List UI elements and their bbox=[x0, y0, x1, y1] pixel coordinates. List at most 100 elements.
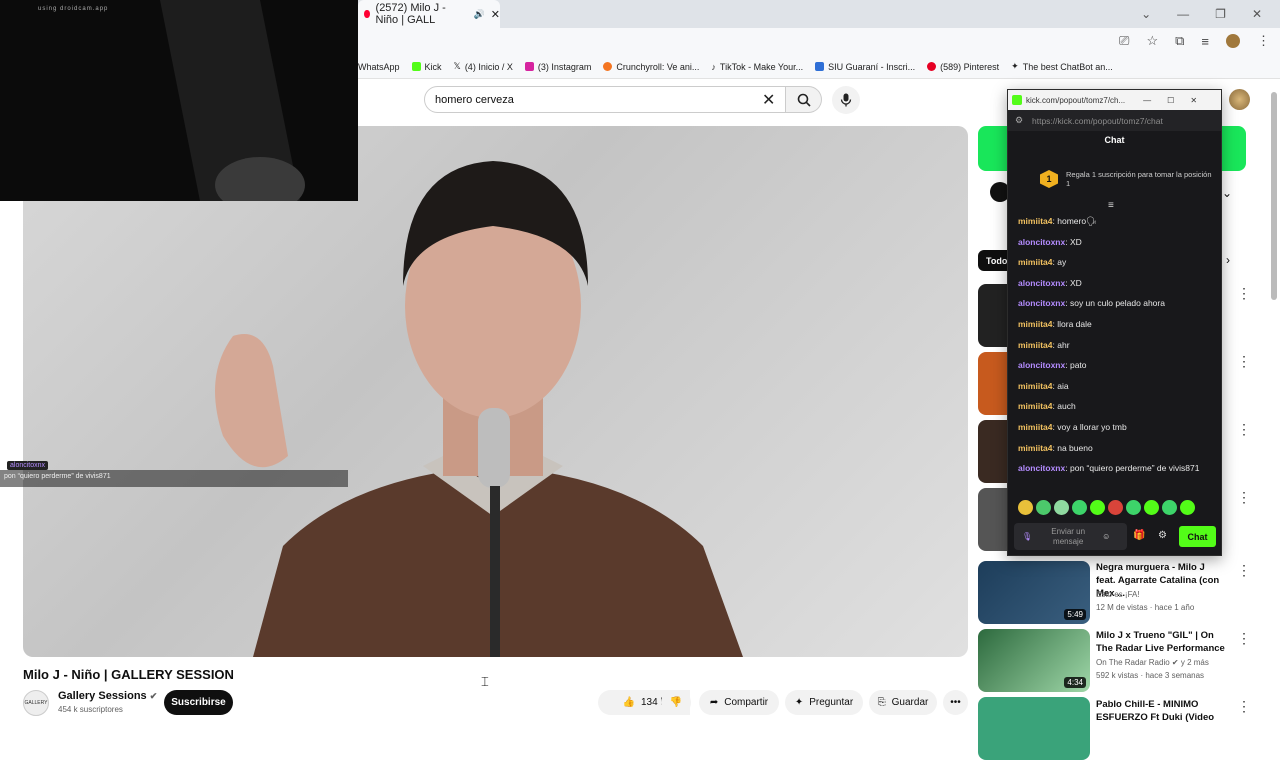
bookmark-kick[interactable]: Kick bbox=[411, 62, 442, 72]
close-icon[interactable]: ✕ bbox=[1190, 96, 1197, 105]
emote-icon[interactable] bbox=[1144, 500, 1159, 515]
dislike-button[interactable]: 👎 bbox=[661, 690, 691, 715]
chat-username[interactable]: aloncitoxnx bbox=[1018, 237, 1065, 247]
sidebar-thumb-gil[interactable]: 4:34 bbox=[978, 629, 1090, 692]
subscriber-count: 454 k suscriptores bbox=[58, 705, 123, 714]
profile-avatar[interactable] bbox=[1226, 34, 1240, 48]
emote-icon[interactable] bbox=[1072, 500, 1087, 515]
browser-tab[interactable]: (2572) Milo J - Niño | GALL 🔊 ✕ bbox=[358, 0, 500, 28]
search-button[interactable] bbox=[786, 86, 822, 113]
chat-username[interactable]: mimiita4 bbox=[1018, 216, 1053, 226]
subscribe-button[interactable]: Suscribirse bbox=[164, 690, 233, 715]
maximize-icon[interactable]: ☐ bbox=[1167, 96, 1174, 105]
chat-message: mimiita4: homero🗣 bbox=[1018, 214, 1213, 228]
microphone-icon[interactable]: 🎙 bbox=[1022, 532, 1032, 542]
gift-sub-promo[interactable]: Regala 1 suscripción para tomar la posic… bbox=[1042, 170, 1212, 188]
sidebar-thumb-negra-murguera[interactable]: 5:49 bbox=[978, 561, 1090, 624]
voice-search-button[interactable] bbox=[832, 86, 860, 114]
emoji-icon[interactable]: ☺ bbox=[1102, 532, 1110, 542]
emote-icon[interactable] bbox=[1126, 500, 1141, 515]
chat-username[interactable]: aloncitoxnx bbox=[1018, 360, 1065, 370]
kebab-icon[interactable]: ⋮ bbox=[1237, 353, 1251, 370]
emote-icon[interactable] bbox=[1180, 500, 1195, 515]
cast-icon[interactable]: ⎚ bbox=[1119, 33, 1129, 49]
chevron-down-icon[interactable]: ⌄ bbox=[1222, 186, 1232, 200]
kebab-icon[interactable]: ⋮ bbox=[1237, 630, 1251, 647]
bookmark-star-icon[interactable]: ☆ bbox=[1146, 33, 1158, 49]
stream-overlay-message: pon “quiero perderme” de vivis871 bbox=[0, 470, 348, 487]
chat-username[interactable]: mimiita4 bbox=[1018, 340, 1053, 350]
sidebar-video-title[interactable]: Pablo Chill-E - MINIMO ESFUERZO Ft Duki … bbox=[1096, 698, 1226, 724]
chat-text: homero🗣 bbox=[1057, 216, 1097, 226]
bookmark-instagram[interactable]: (3) Instagram bbox=[524, 62, 591, 72]
bookmark-tiktok[interactable]: ♪ TikTok - Make Your... bbox=[711, 62, 803, 72]
save-button[interactable]: ⎘ Guardar bbox=[869, 690, 937, 715]
search-input[interactable]: homero cerveza bbox=[424, 86, 786, 113]
chat-text: auch bbox=[1057, 401, 1076, 412]
chat-username[interactable]: mimiita4 bbox=[1018, 319, 1053, 329]
browser-menu-icon[interactable]: ⋮ bbox=[1257, 33, 1270, 49]
chat-username[interactable]: aloncitoxnx bbox=[1018, 278, 1065, 288]
chat-username[interactable]: mimiita4 bbox=[1018, 401, 1053, 411]
send-chat-button[interactable]: Chat bbox=[1179, 526, 1216, 547]
channel-avatar[interactable]: GALLERY bbox=[23, 690, 49, 716]
emote-icon[interactable] bbox=[1036, 500, 1051, 515]
bookmark-x[interactable]: 𝕏 (4) Inicio / X bbox=[454, 61, 513, 72]
reading-list-icon[interactable]: ≡ bbox=[1201, 34, 1209, 49]
emote-icon[interactable] bbox=[1162, 500, 1177, 515]
chat-message: aloncitoxnx: soy un culo pelado ahora bbox=[1018, 296, 1213, 310]
bookmark-siu[interactable]: SIU Guaraní - Inscri... bbox=[815, 62, 915, 72]
chat-username[interactable]: aloncitoxnx bbox=[1018, 463, 1065, 473]
share-button[interactable]: ➦ Compartir bbox=[699, 690, 779, 715]
emote-icon[interactable] bbox=[1018, 500, 1033, 515]
bookmark-chatbot[interactable]: ✦ The best ChatBot an... bbox=[1011, 61, 1113, 72]
speaker-icon[interactable]: 🔊 bbox=[474, 9, 485, 20]
site-info-icon[interactable]: ⚙ bbox=[1015, 115, 1023, 126]
kebab-icon[interactable]: ⋮ bbox=[1237, 562, 1251, 579]
bookmark-whatsapp[interactable]: WhatsApp bbox=[358, 62, 400, 72]
kebab-icon[interactable]: ⋮ bbox=[1237, 421, 1251, 438]
more-icon: ••• bbox=[950, 697, 961, 708]
chips-next-icon[interactable]: › bbox=[1226, 253, 1230, 267]
x-icon: 𝕏 bbox=[453, 61, 461, 71]
ask-button[interactable]: ✦ Preguntar bbox=[785, 690, 863, 715]
sidebar-channel: Esto es ¡FA! bbox=[1096, 590, 1140, 599]
chat-username[interactable]: mimiita4 bbox=[1018, 422, 1053, 432]
account-avatar[interactable] bbox=[1229, 89, 1250, 110]
close-window-icon[interactable]: ✕ bbox=[1252, 7, 1262, 21]
tab-search-icon[interactable]: ⌄ bbox=[1141, 7, 1151, 21]
tab-title: (2572) Milo J - Niño | GALL bbox=[375, 2, 446, 26]
bookmark-pinterest[interactable]: (589) Pinterest bbox=[927, 62, 999, 72]
extensions-icon[interactable]: ⧉ bbox=[1175, 33, 1184, 49]
chat-message: aloncitoxnx: XD bbox=[1018, 235, 1213, 249]
emote-icon[interactable] bbox=[1108, 500, 1123, 515]
video-player[interactable] bbox=[23, 126, 968, 657]
emote-icon[interactable] bbox=[1090, 500, 1105, 515]
chat-username[interactable]: mimiita4 bbox=[1018, 443, 1053, 453]
sidebar-video-title[interactable]: Milo J x Trueno "GIL" | On The Radar Liv… bbox=[1096, 629, 1226, 655]
bookmark-crunchyroll[interactable]: Crunchyroll: Ve ani... bbox=[603, 62, 699, 72]
maximize-icon[interactable]: ❐ bbox=[1215, 7, 1226, 21]
gift-icon[interactable]: 🎁 bbox=[1133, 530, 1145, 541]
page-scrollbar[interactable] bbox=[1271, 92, 1277, 300]
kebab-icon[interactable]: ⋮ bbox=[1237, 489, 1251, 506]
more-actions-button[interactable]: ••• bbox=[943, 690, 968, 715]
chat-message-input[interactable]: 🎙 Enviar un mensaje ☺ bbox=[1014, 523, 1127, 550]
mouse-cursor-icon: ⌶ bbox=[481, 674, 489, 689]
popup-url[interactable]: https://kick.com/popout/tomz7/chat bbox=[1008, 110, 1221, 131]
chat-username[interactable]: mimiita4 bbox=[1018, 381, 1053, 391]
minimize-icon[interactable]: — bbox=[1143, 96, 1151, 105]
kebab-icon[interactable]: ⋮ bbox=[1237, 285, 1251, 302]
chat-username[interactable]: aloncitoxnx bbox=[1018, 298, 1065, 308]
popup-titlebar: kick.com/popout/tomz7/ch... — ☐ ✕ bbox=[1008, 90, 1221, 110]
chat-username[interactable]: mimiita4 bbox=[1018, 257, 1053, 267]
settings-gear-icon[interactable]: ⚙ bbox=[1158, 530, 1167, 541]
sidebar-thumb-minimo-esfuerzo[interactable] bbox=[978, 697, 1090, 760]
kebab-icon[interactable]: ⋮ bbox=[1237, 698, 1251, 715]
clear-search-icon[interactable]: ✕ bbox=[762, 90, 775, 110]
emote-icon[interactable] bbox=[1054, 500, 1069, 515]
pinned-menu-icon[interactable]: ≡ bbox=[1108, 200, 1114, 211]
minimize-icon[interactable]: — bbox=[1177, 7, 1189, 21]
channel-name[interactable]: Gallery Sessions ✔ bbox=[58, 690, 157, 702]
tab-close-icon[interactable]: ✕ bbox=[491, 8, 500, 21]
